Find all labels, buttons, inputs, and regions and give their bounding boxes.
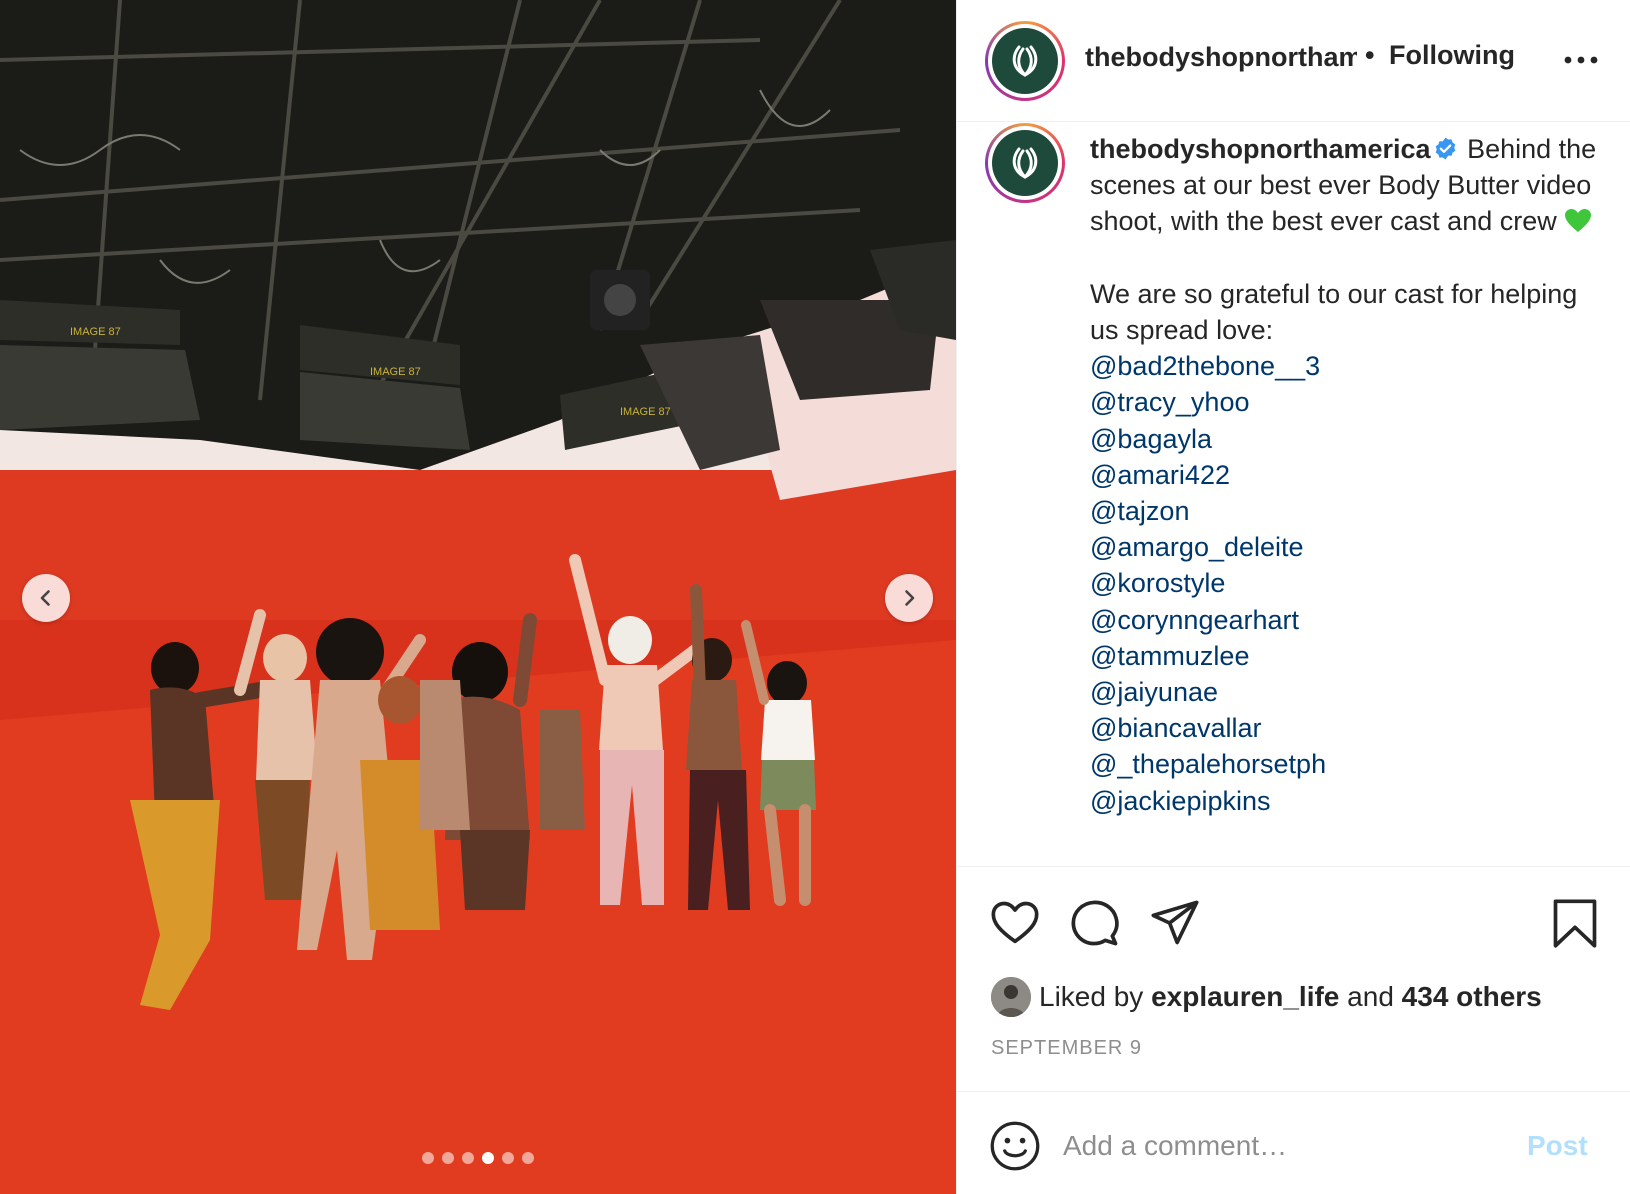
- header-avatar[interactable]: [985, 21, 1065, 101]
- mention-link[interactable]: @jackiepipkins: [1090, 783, 1600, 819]
- post-photo: IMAGE 87 IMAGE 87 IMAGE 87: [0, 0, 956, 1194]
- caption-text: thebodyshopnorthamerica Behind the scene…: [1090, 131, 1600, 819]
- caption-username[interactable]: thebodyshopnorthamerica: [1090, 134, 1431, 164]
- comment-input[interactable]: [1063, 1122, 1503, 1170]
- mention-link[interactable]: @_thepalehorsetph: [1090, 746, 1600, 782]
- post-date[interactable]: SEPTEMBER 9: [991, 1037, 1142, 1060]
- carousel-dot: [522, 1152, 534, 1164]
- comment-icon[interactable]: [1069, 897, 1121, 949]
- chevron-right-icon: [905, 590, 915, 606]
- brand-logo-icon: [992, 28, 1058, 94]
- svg-text:IMAGE 87: IMAGE 87: [620, 406, 671, 418]
- likes-summary: Liked by explauren_life and 434 others: [991, 977, 1542, 1017]
- caption-body-2: We are so grateful to our cast for helpi…: [1090, 278, 1578, 345]
- mention-link[interactable]: @tajzon: [1090, 493, 1600, 529]
- post-media[interactable]: IMAGE 87 IMAGE 87 IMAGE 87: [0, 0, 956, 1194]
- bookmark-icon[interactable]: [1549, 897, 1601, 949]
- avatar-border: [988, 24, 1062, 98]
- heart-icon[interactable]: [989, 897, 1041, 949]
- carousel-dot-active: [482, 1152, 494, 1164]
- svg-text:IMAGE 87: IMAGE 87: [370, 366, 421, 378]
- likes-conjunction: and: [1347, 981, 1394, 1012]
- post-comment-button[interactable]: Post: [1527, 1130, 1588, 1162]
- smiley-icon[interactable]: [989, 1120, 1041, 1172]
- brand-logo-icon: [992, 130, 1058, 196]
- post-actions: Liked by explauren_life and 434 others S…: [957, 866, 1630, 1059]
- carousel-dot: [462, 1152, 474, 1164]
- carousel-dot: [442, 1152, 454, 1164]
- previous-slide-button[interactable]: [22, 574, 70, 622]
- mention-link[interactable]: @jaiyunae: [1090, 674, 1600, 710]
- carousel-dot: [502, 1152, 514, 1164]
- post-side-panel: thebodyshopnorthamerica • Following: [956, 0, 1630, 1194]
- green-heart-emoji-icon: [1565, 209, 1592, 233]
- following-button[interactable]: Following: [1389, 40, 1515, 71]
- mention-link[interactable]: @tammuzlee: [1090, 638, 1600, 674]
- liker-avatar[interactable]: [991, 977, 1031, 1017]
- likes-prefix: Liked by: [1039, 981, 1144, 1012]
- next-slide-button[interactable]: [885, 574, 933, 622]
- caption-section: thebodyshopnorthamerica Behind the scene…: [957, 123, 1630, 863]
- mention-link[interactable]: @biancavallar: [1090, 710, 1600, 746]
- svg-text:IMAGE 87: IMAGE 87: [70, 326, 121, 338]
- mention-link[interactable]: @bagayla: [1090, 421, 1600, 457]
- mention-link[interactable]: @corynngearhart: [1090, 602, 1600, 638]
- avatar-border: [988, 126, 1062, 200]
- likes-count-link[interactable]: 434 others: [1402, 981, 1542, 1013]
- mention-link[interactable]: @bad2thebone__3: [1090, 348, 1600, 384]
- liker-username[interactable]: explauren_life: [1151, 981, 1339, 1013]
- verified-badge-icon: [1435, 137, 1455, 160]
- more-horizontal-icon: [1564, 56, 1598, 64]
- chevron-left-icon: [40, 590, 50, 606]
- post-header: thebodyshopnorthamerica • Following: [957, 0, 1630, 122]
- instagram-post: IMAGE 87 IMAGE 87 IMAGE 87 thebodyshopno…: [0, 0, 1630, 1194]
- more-options-button[interactable]: [1559, 40, 1603, 80]
- mention-link[interactable]: @korostyle: [1090, 565, 1600, 601]
- mention-link[interactable]: @tracy_yhoo: [1090, 384, 1600, 420]
- mention-link[interactable]: @amari422: [1090, 457, 1600, 493]
- header-separator: •: [1365, 40, 1375, 70]
- carousel-dot: [422, 1152, 434, 1164]
- paper-plane-icon[interactable]: [1149, 897, 1201, 949]
- comment-bar: Post: [957, 1091, 1630, 1194]
- caption-avatar[interactable]: [985, 123, 1065, 203]
- carousel-indicator: [0, 1152, 956, 1164]
- header-username[interactable]: thebodyshopnorthamerica: [1085, 42, 1357, 73]
- mention-link[interactable]: @amargo_deleite: [1090, 529, 1600, 565]
